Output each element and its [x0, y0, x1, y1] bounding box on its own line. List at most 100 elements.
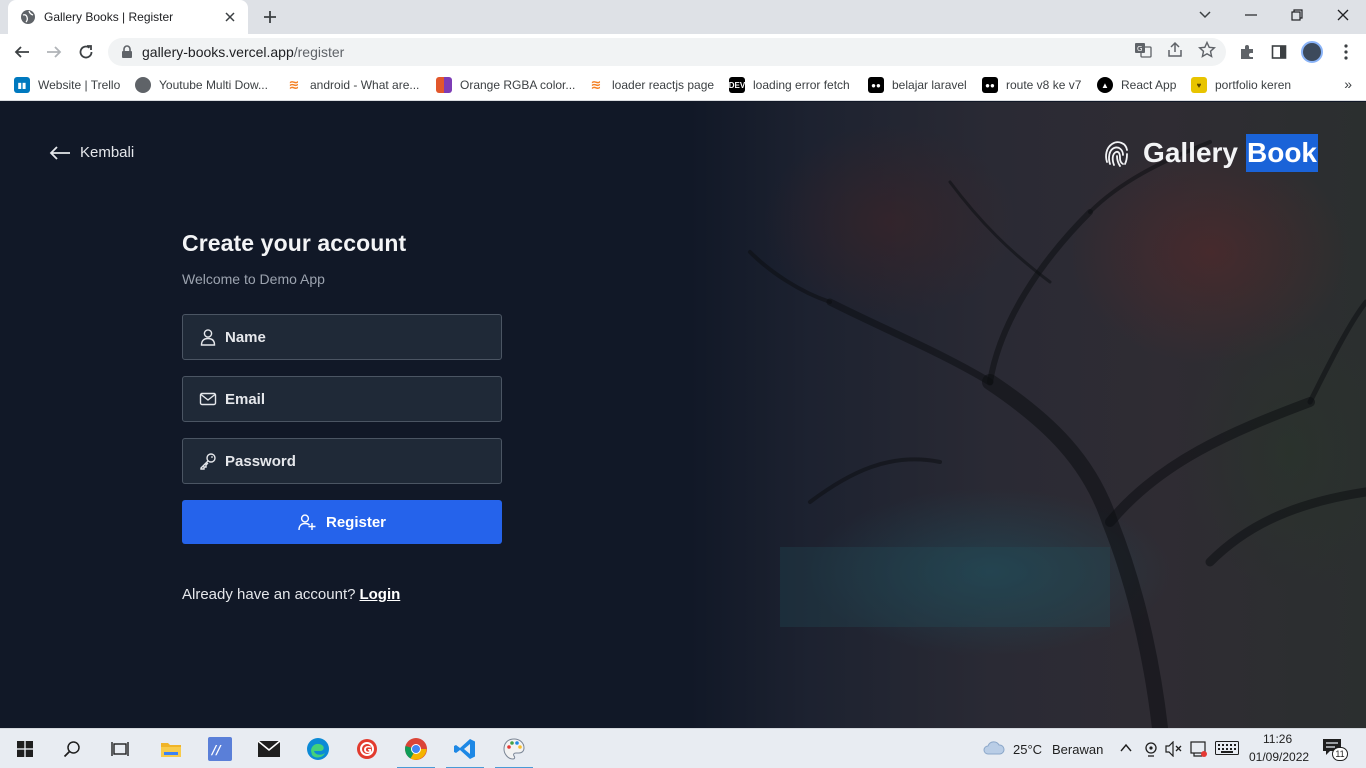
clock-time[interactable]: 11:26	[1263, 732, 1292, 746]
close-tab-icon[interactable]	[222, 9, 238, 25]
search-icon	[63, 741, 80, 758]
back-label: Kembali	[80, 144, 135, 161]
shield-icon: ♥	[1191, 77, 1207, 93]
folder-icon	[161, 743, 181, 757]
cloud-icon[interactable]	[982, 740, 1006, 756]
password-field[interactable]	[182, 438, 502, 484]
chevron-up-icon[interactable]	[1120, 743, 1132, 753]
share-icon[interactable]	[1166, 41, 1184, 59]
register-button[interactable]: Register	[182, 500, 502, 544]
bookmark-item[interactable]: Orange RGBA color...	[436, 76, 575, 94]
url-path: /register	[293, 44, 345, 60]
plus-icon	[264, 11, 276, 23]
bookmark-item[interactable]: ♥ portfolio keren	[1191, 76, 1291, 94]
menu-button[interactable]	[1336, 42, 1356, 62]
svg-text:G: G	[364, 745, 372, 756]
brand-word-book: Book	[1246, 134, 1318, 172]
mail-app[interactable]	[246, 729, 292, 768]
back-link[interactable]: Kembali	[49, 144, 134, 161]
back-nav-button[interactable]	[8, 38, 36, 66]
bookmark-item[interactable]: ≋ android - What are...	[286, 76, 420, 94]
minimize-button[interactable]	[1228, 0, 1274, 30]
close-window-button[interactable]	[1320, 0, 1366, 30]
minimize-icon	[1245, 14, 1257, 16]
puzzle-icon	[1241, 45, 1253, 59]
speaker-muted-icon[interactable]	[1165, 741, 1183, 757]
address-bar[interactable]: gallery-books.vercel.app/register	[108, 38, 1226, 66]
arrow-left-icon	[14, 46, 29, 58]
login-prompt-line: Already have an account? Login	[182, 586, 400, 603]
app-icon: //	[208, 737, 232, 761]
login-link[interactable]: Login	[359, 586, 400, 603]
name-field[interactable]	[182, 314, 502, 360]
weather-desc[interactable]: Berawan	[1052, 742, 1103, 757]
lock-icon[interactable]	[120, 45, 134, 59]
paint-app[interactable]	[491, 729, 537, 768]
arrow-right-icon	[47, 46, 62, 58]
user-plus-icon	[298, 514, 316, 531]
mail-icon	[257, 740, 281, 757]
reload-icon	[79, 45, 93, 59]
forward-nav-button[interactable]	[40, 38, 68, 66]
app-icon: G	[357, 739, 377, 759]
bookmark-item[interactable]: ≋ loader reactjs page	[588, 76, 715, 94]
email-field[interactable]	[182, 376, 502, 422]
restore-button[interactable]	[1274, 0, 1320, 30]
browser-tab-active[interactable]: Gallery Books | Register	[8, 0, 248, 34]
weather-temp[interactable]: 25°C	[1013, 742, 1042, 757]
bookmark-item[interactable]: ▲ React App	[1097, 76, 1176, 94]
email-input[interactable]	[225, 390, 485, 408]
bookmark-item[interactable]: Youtube Multi Dow...	[135, 76, 268, 94]
tab-title: Gallery Books | Register	[44, 10, 174, 24]
notification-center-button[interactable]: 11	[1322, 738, 1348, 761]
key-icon	[200, 453, 216, 470]
extensions-button[interactable]	[1237, 42, 1257, 62]
tree-illustration	[748, 140, 1366, 728]
svg-text://: //	[210, 743, 222, 757]
start-button[interactable]	[2, 729, 48, 768]
reload-button[interactable]	[72, 38, 100, 66]
new-tab-button[interactable]	[258, 5, 282, 29]
tab-search-button[interactable]	[1182, 0, 1228, 30]
vscode-icon	[454, 739, 475, 759]
palette-icon	[503, 738, 525, 760]
triangle-icon: ▲	[1097, 77, 1113, 93]
profile-avatar[interactable]	[1301, 41, 1323, 63]
translate-icon[interactable]: G	[1134, 41, 1152, 59]
browser-tab-bar: Gallery Books | Register	[0, 0, 1366, 34]
url-host: gallery-books.vercel.app	[142, 44, 294, 60]
password-input[interactable]	[225, 452, 485, 470]
editor-app[interactable]: //	[197, 729, 243, 768]
bookmark-item[interactable]: ▮▮ Website | Trello	[14, 76, 120, 94]
vscode-app[interactable]	[442, 729, 488, 768]
clock-date[interactable]: 01/09/2022	[1249, 750, 1309, 764]
close-icon	[1337, 9, 1349, 21]
globe-icon	[21, 10, 35, 24]
task-view-button[interactable]	[97, 729, 143, 768]
dev-icon: DEV	[729, 77, 745, 93]
file-explorer-app[interactable]	[148, 729, 194, 768]
chrome-app[interactable]	[393, 729, 439, 768]
webcam-icon[interactable]	[1144, 741, 1158, 757]
trello-icon: ▮▮	[14, 77, 30, 93]
bookmark-item[interactable]: ●● belajar laravel	[868, 76, 967, 94]
task-view-icon	[111, 742, 129, 756]
name-input[interactable]	[225, 328, 485, 346]
chrome-icon	[405, 738, 427, 760]
page-title: Create your account	[182, 230, 407, 256]
edge-app[interactable]	[295, 729, 341, 768]
keyboard-icon[interactable]	[1215, 741, 1239, 755]
network-icon[interactable]	[1190, 740, 1208, 758]
bookmarks-overflow-button[interactable]: »	[1344, 76, 1352, 92]
red-app[interactable]: G	[344, 729, 390, 768]
url-text[interactable]: gallery-books.vercel.app/register	[142, 44, 344, 60]
star-icon[interactable]	[1198, 41, 1216, 59]
globe-icon	[135, 77, 151, 93]
palette-icon	[436, 77, 452, 93]
side-panel-button[interactable]	[1269, 42, 1289, 62]
bookmark-item[interactable]: ●● route v8 ke v7	[982, 76, 1081, 94]
bookmark-item[interactable]: DEV loading error fetch	[729, 76, 850, 94]
medium-icon: ●●	[982, 77, 998, 93]
windows-taskbar: // G 25°C Berawan 11:26 01/09/2022 11	[0, 728, 1366, 768]
search-button[interactable]	[49, 729, 95, 768]
